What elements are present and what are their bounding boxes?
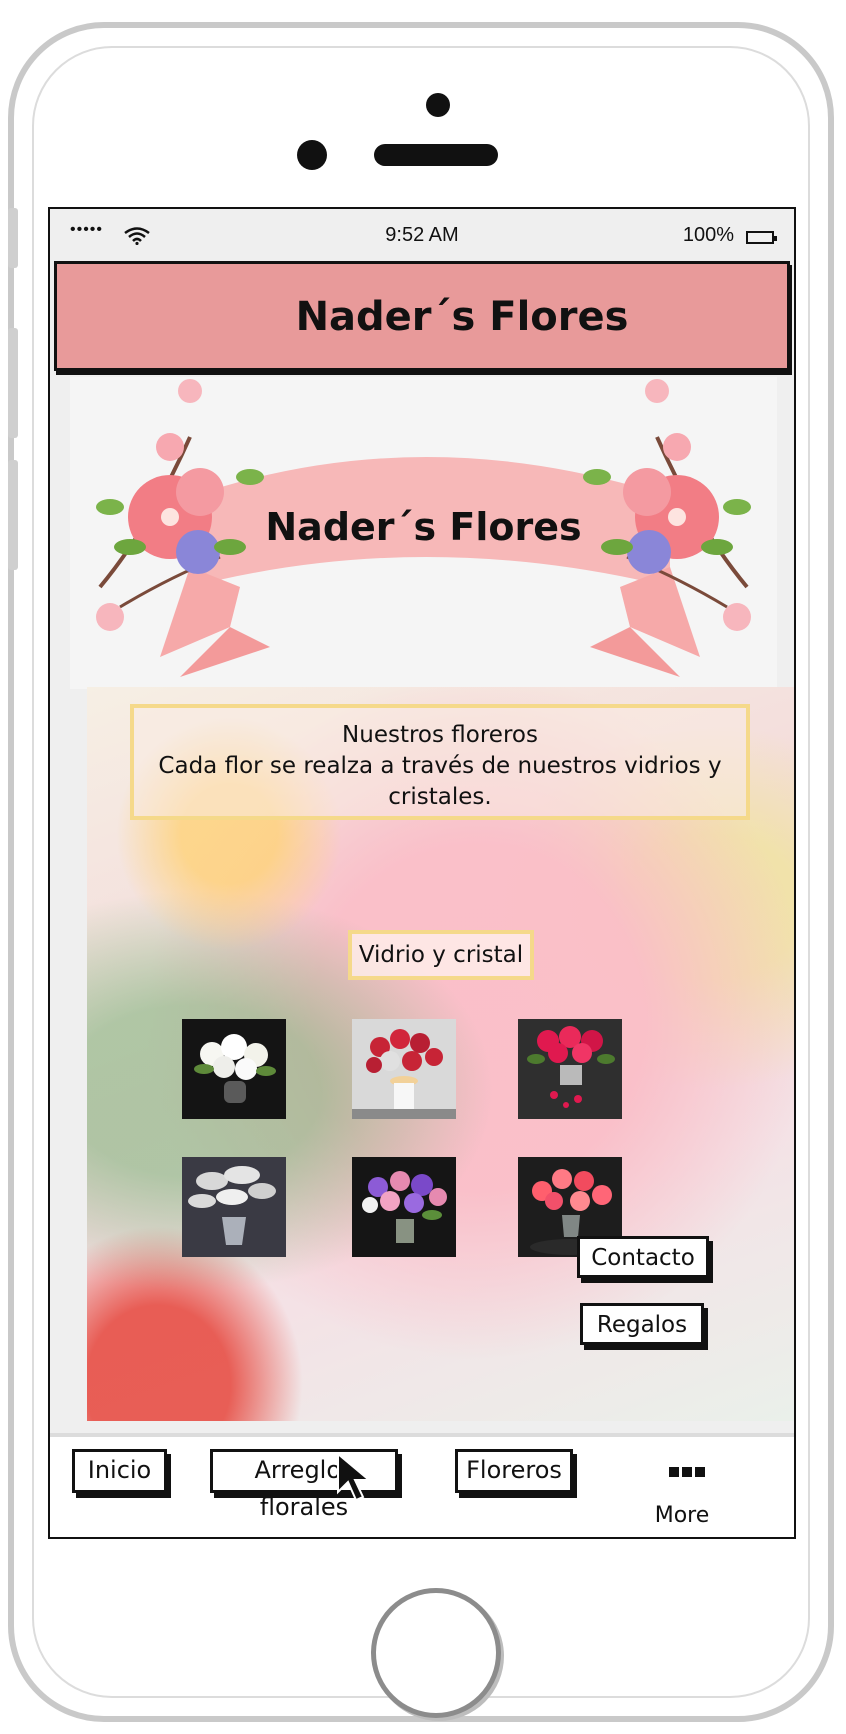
- gallery-image-3[interactable]: [518, 1019, 622, 1119]
- more-label[interactable]: More: [642, 1503, 722, 1528]
- gifts-button[interactable]: Regalos: [580, 1303, 704, 1345]
- volume-down-button: [8, 460, 18, 570]
- purple-bouquet-image: [352, 1157, 456, 1257]
- red-roses-image: [352, 1019, 456, 1119]
- silver-leaves-image: [182, 1157, 286, 1257]
- white-flowers-image: [182, 1019, 286, 1119]
- phone-screen: ••••• 9:52 AM 100% Nader´s Flores Nader´…: [48, 207, 796, 1539]
- vases-content-panel: Nuestros floreros Cada flor se realza a …: [87, 687, 794, 1421]
- tab-home[interactable]: Inicio: [72, 1449, 167, 1493]
- tab-vases[interactable]: Floreros: [455, 1449, 573, 1493]
- gallery-image-5[interactable]: [352, 1157, 456, 1257]
- battery-icon: [746, 231, 777, 244]
- intro-box: Nuestros floreros Cada flor se realza a …: [130, 704, 750, 820]
- intro-heading: Nuestros floreros: [342, 722, 538, 748]
- mouse-cursor-icon: [337, 1452, 372, 1502]
- more-icon[interactable]: [667, 1463, 707, 1484]
- banner-title: Nader´s Flores: [265, 505, 582, 549]
- earpiece-speaker: [374, 144, 498, 166]
- gallery-image-4[interactable]: [182, 1157, 286, 1257]
- contact-button[interactable]: Contacto: [577, 1236, 709, 1278]
- hero-banner: Nader´s Flores: [70, 377, 777, 689]
- status-bar: ••••• 9:52 AM 100%: [50, 209, 794, 259]
- section-label: Vidrio y cristal: [348, 930, 534, 980]
- battery-percentage: 100%: [682, 224, 734, 246]
- gallery-image-1[interactable]: [182, 1019, 286, 1119]
- home-button[interactable]: [371, 1588, 501, 1718]
- bottom-tab-bar: Inicio Arreglos florales Floreros More: [50, 1433, 794, 1537]
- app-title: Nader´s Flores: [295, 294, 629, 340]
- intro-text: Cada flor se realza a través de nuestros…: [158, 753, 722, 810]
- mute-switch: [8, 208, 18, 268]
- app-header: Nader´s Flores: [54, 261, 790, 371]
- pink-roses-image: [518, 1019, 622, 1119]
- gallery-image-2[interactable]: [352, 1019, 456, 1119]
- sensor-icon: [297, 140, 327, 170]
- front-camera-icon: [426, 93, 450, 117]
- volume-up-button: [8, 328, 18, 438]
